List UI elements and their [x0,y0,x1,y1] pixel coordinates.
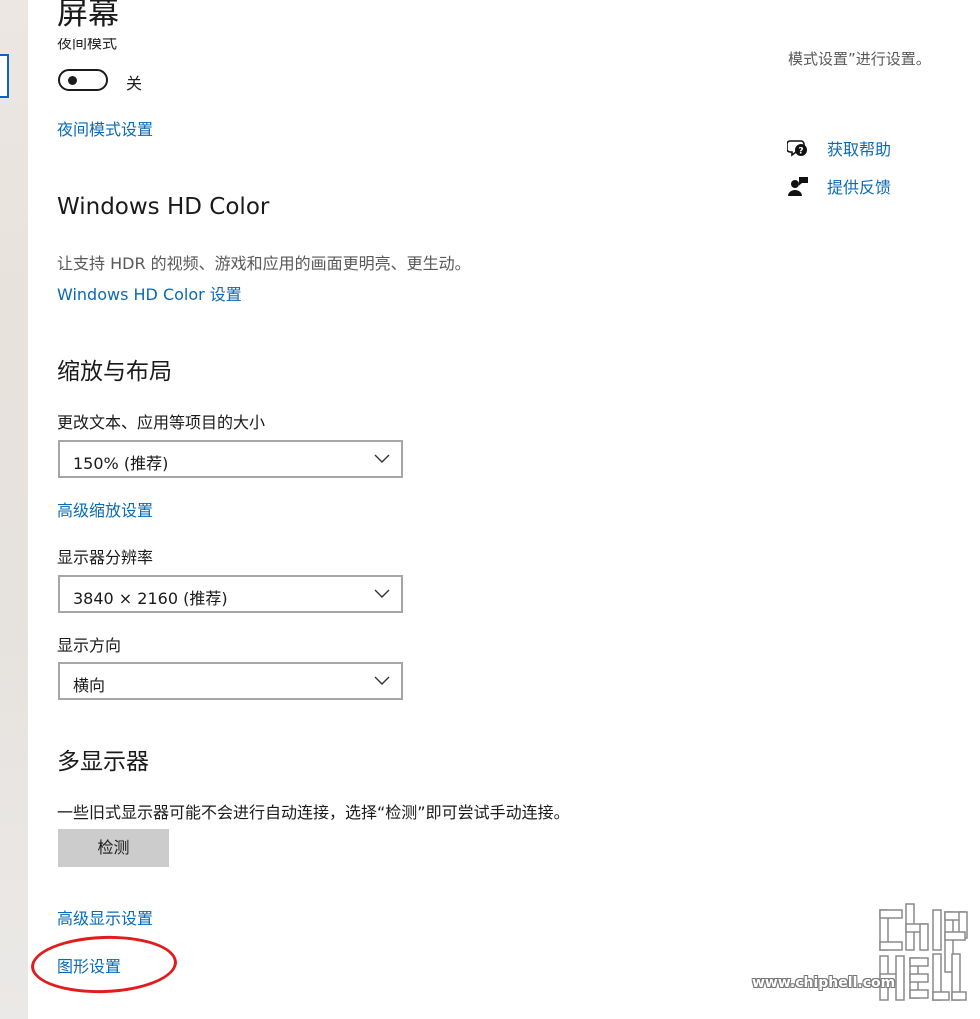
chat-help-icon: ? [787,140,807,157]
chevron-down-icon [374,589,390,598]
orientation-dropdown-value: 横向 [73,676,106,695]
multi-display-heading: 多显示器 [57,749,149,775]
resolution-dropdown[interactable]: 3840 × 2160 (推荐) [58,575,403,613]
scale-layout-heading: 缩放与布局 [57,359,172,385]
resolution-dropdown-value: 3840 × 2160 (推荐) [73,589,228,608]
watermark-url: www.chiphell.com [752,975,896,991]
night-mode-label: 夜间模式 [57,38,118,52]
right-panel-note: 模式设置”进行设置。 [788,50,931,68]
detect-button[interactable]: 检测 [58,829,169,867]
hd-color-settings-link[interactable]: Windows HD Color 设置 [57,281,242,305]
get-help-row[interactable]: ? 获取帮助 [787,136,891,160]
night-mode-toggle[interactable] [58,69,108,91]
advanced-scaling-link[interactable]: 高级缩放设置 [57,497,153,521]
night-mode-state: 关 [126,74,143,93]
chevron-down-icon [374,676,390,685]
toggle-knob [68,76,77,85]
resolution-label: 显示器分辨率 [57,548,154,567]
annotation-circle [30,933,178,996]
svg-text:?: ? [798,147,803,157]
night-mode-settings-link[interactable]: 夜间模式设置 [57,116,153,140]
multi-display-description: 一些旧式显示器可能不会进行自动连接，选择“检测”即可尝试手动连接。 [57,803,570,822]
feedback-icon [788,177,808,196]
get-help-link[interactable]: 获取帮助 [827,136,891,160]
page-title: 屏幕 [57,0,119,32]
scale-dropdown-value: 150% (推荐) [73,454,169,473]
scale-dropdown[interactable]: 150% (推荐) [58,440,403,478]
selected-nav-indicator [0,54,9,98]
feedback-row[interactable]: 提供反馈 [787,174,891,198]
nav-pane-edge [0,0,28,1019]
chevron-down-icon [374,454,390,463]
scale-label: 更改文本、应用等项目的大小 [57,413,266,432]
orientation-label: 显示方向 [57,636,122,655]
advanced-display-settings-link[interactable]: 高级显示设置 [57,905,153,929]
orientation-dropdown[interactable]: 横向 [58,662,403,700]
hd-color-description: 让支持 HDR 的视频、游戏和应用的画面更明亮、更生动。 [57,254,471,273]
give-feedback-link[interactable]: 提供反馈 [827,174,891,198]
hd-color-heading: Windows HD Color [57,194,270,220]
